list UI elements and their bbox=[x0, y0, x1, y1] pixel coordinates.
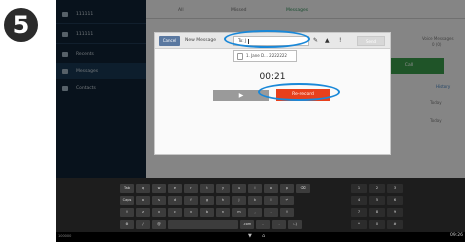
numpad-key[interactable]: 4 bbox=[351, 196, 367, 205]
keyboard-key[interactable]: . bbox=[264, 208, 278, 217]
numpad-key[interactable]: 6 bbox=[387, 196, 403, 205]
keyboard-key[interactable]: v bbox=[184, 208, 198, 217]
keyboard-key[interactable]: g bbox=[200, 196, 214, 205]
keyboard-key[interactable]: Tab bbox=[120, 184, 134, 193]
keyboard-key[interactable]: / bbox=[136, 220, 150, 229]
keyboard-key[interactable]: b bbox=[200, 208, 214, 217]
keyboard-key[interactable]: ↵ bbox=[280, 196, 294, 205]
play-icon: ▶ bbox=[238, 92, 244, 99]
avatar-icon bbox=[237, 53, 243, 60]
keyboard-key[interactable]: ⚙ bbox=[120, 220, 134, 229]
numpad-key[interactable]: 0 bbox=[369, 220, 385, 229]
keyboard-key[interactable]: @ bbox=[152, 220, 166, 229]
to-field-value: To: J bbox=[238, 38, 247, 43]
keyboard-key[interactable]: :-) bbox=[288, 220, 302, 229]
keyboard-key[interactable]: ⇧ bbox=[120, 208, 134, 217]
keyboard-key[interactable]: ⇧ bbox=[280, 208, 294, 217]
suggestion-text: 1. Jane D... 2222222 bbox=[246, 53, 287, 58]
cancel-button[interactable]: Cancel bbox=[159, 36, 180, 46]
keyboard-key[interactable]: s bbox=[152, 196, 166, 205]
keyboard-key[interactable]: c bbox=[168, 208, 182, 217]
clock: 09:26 bbox=[450, 233, 463, 238]
keyboard-key[interactable]: z bbox=[136, 208, 150, 217]
keyboard-key[interactable]: h bbox=[216, 196, 230, 205]
lock-icon[interactable]: ▲ bbox=[325, 37, 330, 45]
rerecord-button[interactable]: Re-record bbox=[276, 89, 330, 101]
numpad-key[interactable]: 3 bbox=[387, 184, 403, 193]
keyboard-key[interactable]: j bbox=[232, 196, 246, 205]
new-message-dialog: Cancel New Message To: J ✎ ▲ ! Send 1. J… bbox=[154, 32, 391, 155]
play-button[interactable]: ▶ bbox=[213, 90, 269, 101]
recording-timer: 00:21 bbox=[259, 72, 286, 82]
keyboard-key[interactable]: , bbox=[248, 208, 262, 217]
numpad-key[interactable]: 7 bbox=[351, 208, 367, 217]
device-screen: 111111 111111 Recents Messages Contacts … bbox=[56, 0, 465, 242]
keyboard-key[interactable]: q bbox=[136, 184, 150, 193]
home-icon[interactable]: ⌂ bbox=[262, 233, 265, 239]
numpad-key[interactable]: 9 bbox=[387, 208, 403, 217]
keyboard-key[interactable]: . bbox=[272, 220, 286, 229]
keyboard-key[interactable]: .com bbox=[240, 220, 254, 229]
send-button[interactable]: Send bbox=[357, 36, 385, 46]
numpad-key[interactable]: 8 bbox=[369, 208, 385, 217]
keyboard-key[interactable]: x bbox=[152, 208, 166, 217]
keyboard-key[interactable]: p bbox=[280, 184, 294, 193]
keyboard-key[interactable]: l bbox=[264, 196, 278, 205]
keyboard-key[interactable]: u bbox=[232, 184, 246, 193]
numpad-key[interactable]: # bbox=[387, 220, 403, 229]
keyboard-key[interactable]: w bbox=[152, 184, 166, 193]
priority-icon[interactable]: ! bbox=[339, 37, 341, 45]
dialog-toolbar: Cancel New Message To: J ✎ ▲ ! Send bbox=[155, 33, 390, 49]
keyboard-key[interactable]: e bbox=[168, 184, 182, 193]
pencil-icon[interactable]: ✎ bbox=[313, 37, 318, 45]
numpad-key[interactable]: * bbox=[351, 220, 367, 229]
keyboard-key[interactable]: k bbox=[248, 196, 262, 205]
keyboard-key[interactable]: t bbox=[200, 184, 214, 193]
to-recipient-input[interactable]: To: J bbox=[233, 36, 309, 46]
text-cursor bbox=[248, 38, 250, 44]
keyboard-key[interactable]: d bbox=[168, 196, 182, 205]
keyboard-key[interactable] bbox=[168, 220, 238, 229]
numpad-key[interactable]: 2 bbox=[369, 184, 385, 193]
step-number-badge: 5 bbox=[4, 8, 38, 42]
keyboard-key[interactable]: a bbox=[136, 196, 150, 205]
keyboard-key[interactable]: ⌫ bbox=[296, 184, 310, 193]
keyboard-key[interactable]: n bbox=[216, 208, 230, 217]
keyboard-key[interactable]: r bbox=[184, 184, 198, 193]
screenshot-root: 5 111111 111111 Recents Messages Contact… bbox=[0, 0, 465, 242]
keyboard-key[interactable]: Caps bbox=[120, 196, 134, 205]
keyboard-key[interactable]: f bbox=[184, 196, 198, 205]
keyboard-key[interactable]: i bbox=[248, 184, 262, 193]
system-nav-bar bbox=[56, 232, 465, 242]
keyboard-key[interactable]: y bbox=[216, 184, 230, 193]
status-text: 100000 bbox=[58, 234, 72, 238]
keyboard-key[interactable]: - bbox=[256, 220, 270, 229]
keyboard-key[interactable]: m bbox=[232, 208, 246, 217]
back-icon[interactable]: ▼ bbox=[248, 233, 252, 239]
numpad-key[interactable]: 1 bbox=[351, 184, 367, 193]
numpad-key[interactable]: 5 bbox=[369, 196, 385, 205]
contact-suggestion[interactable]: 1. Jane D... 2222222 bbox=[233, 50, 297, 62]
keyboard-key[interactable]: o bbox=[264, 184, 278, 193]
dialog-title: New Message bbox=[185, 38, 216, 43]
